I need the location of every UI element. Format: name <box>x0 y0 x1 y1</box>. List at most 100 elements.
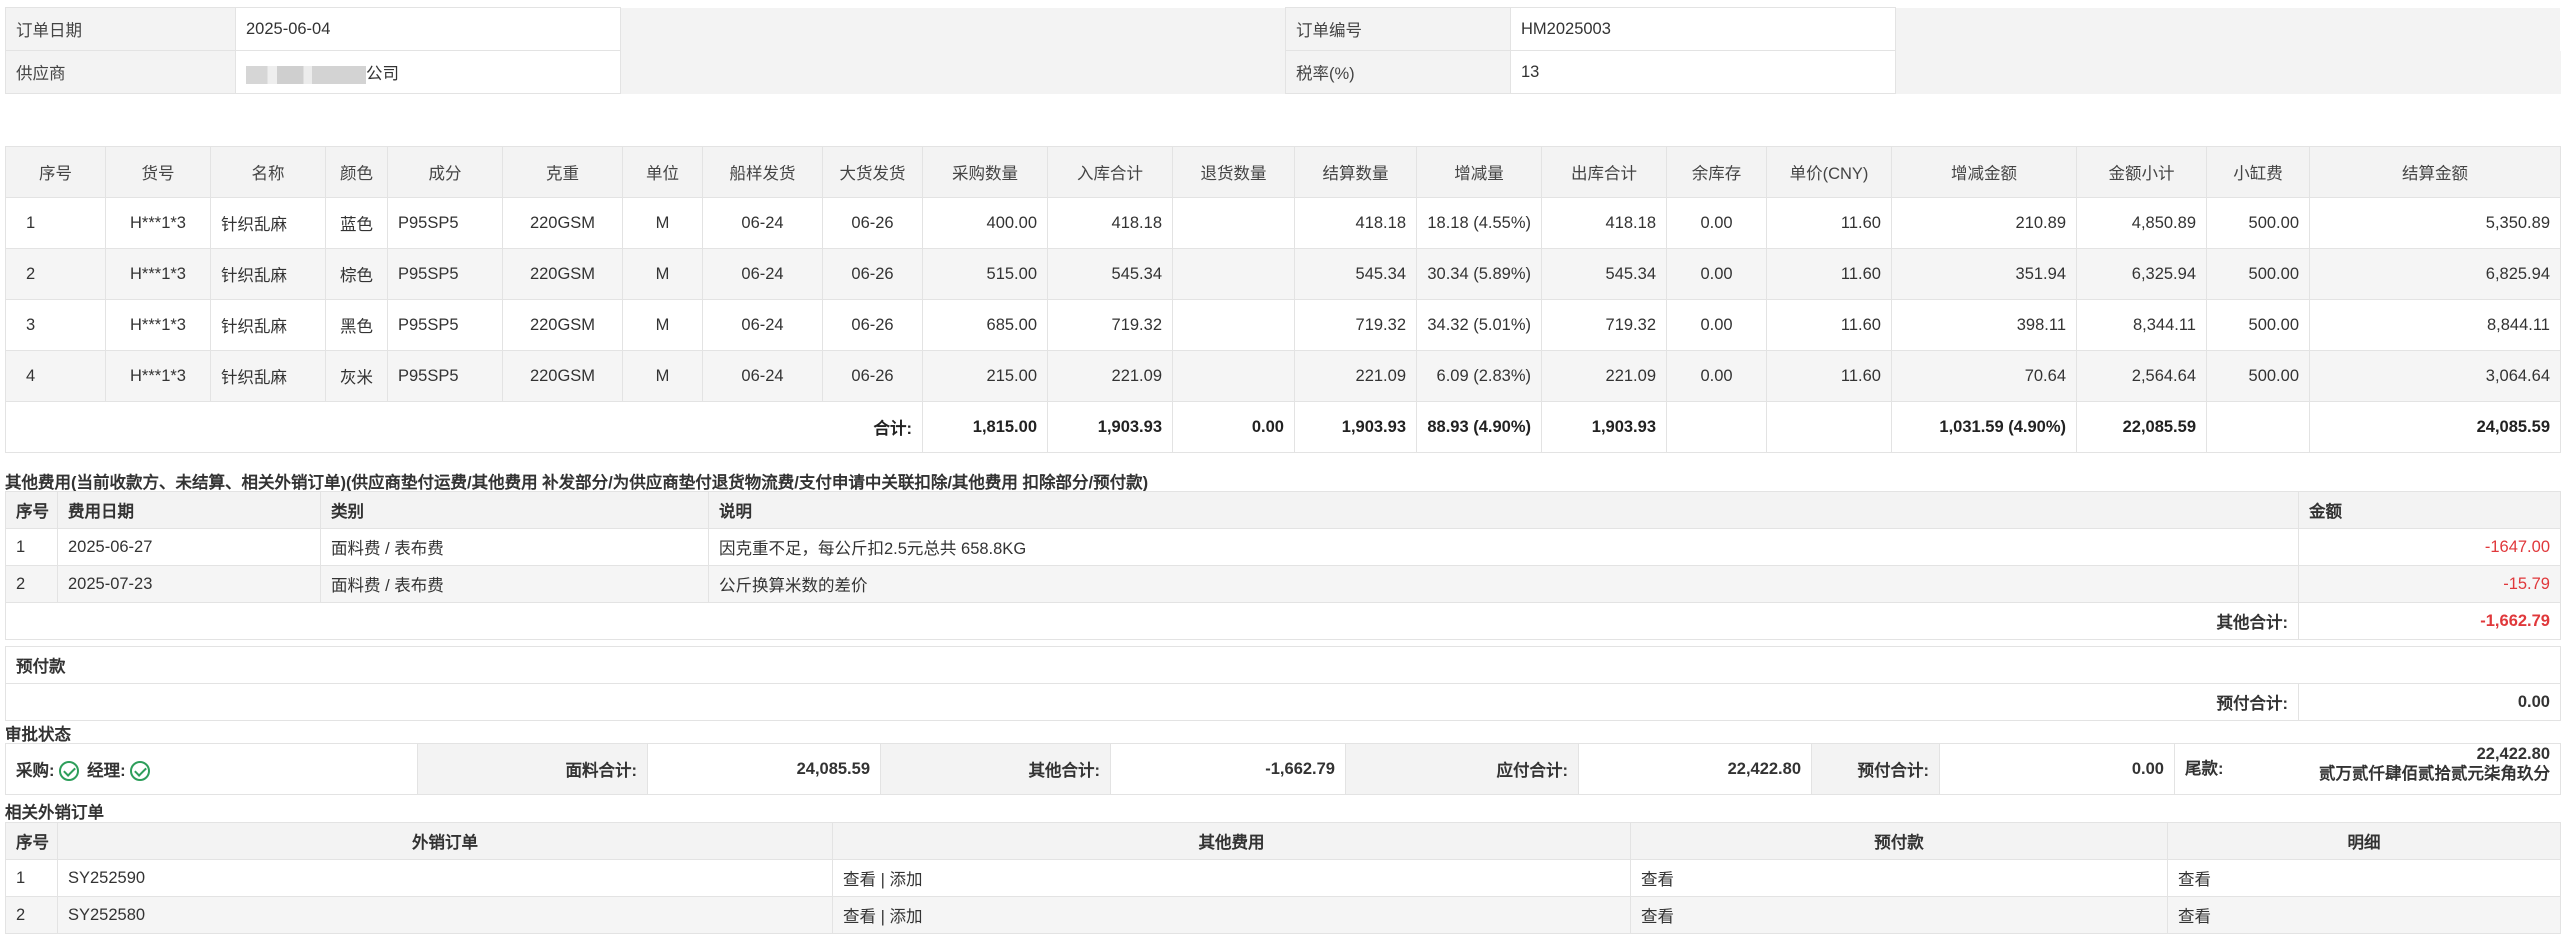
table-cell: 400.00 <box>922 197 1048 249</box>
other-fees-actions: 查看 | 添加 <box>832 896 1631 934</box>
view-prepay-link[interactable]: 查看 <box>1641 871 1674 889</box>
table-cell: 351.94 <box>1891 248 2077 300</box>
order-no-label: 订单编号 <box>1285 7 1511 51</box>
table-cell: 棕色 <box>325 248 388 300</box>
table-cell: 0.00 <box>1666 197 1767 249</box>
approval-title: 审批状态 <box>5 726 71 744</box>
table-cell: 11.60 <box>1766 248 1892 300</box>
purchase-approved-check-icon <box>58 761 79 782</box>
col-no: 序号 <box>5 822 58 860</box>
total-delta-amount: 1,031.59 (4.90%) <box>1891 401 2077 453</box>
table-cell: 2,564.64 <box>2076 350 2207 402</box>
table-cell: 针织乱麻 <box>210 197 326 249</box>
col-header: 船样发货 <box>702 146 823 198</box>
table-cell: 220GSM <box>502 248 623 300</box>
balance-cell: 尾款: 22,422.80 贰万贰仟肆佰贰拾贰元柒角玖分 <box>2174 743 2561 795</box>
col-header: 颜色 <box>325 146 388 198</box>
col-header: 余库存 <box>1666 146 1767 198</box>
view-other-fees-link[interactable]: 查看 <box>843 871 876 889</box>
col-header: 结算金额 <box>2309 146 2561 198</box>
col-header: 货号 <box>105 146 211 198</box>
fee-desc: 因克重不足，每公斤扣2.5元总共 658.8KG <box>708 528 2299 566</box>
table-cell: 545.34 <box>1294 248 1417 300</box>
table-cell: 221.09 <box>1294 350 1417 402</box>
col-header: 序号 <box>5 146 106 198</box>
prepay-total-label: 预付合计: <box>5 683 2299 721</box>
supplier-value: 公司 <box>235 50 621 94</box>
detail-actions: 查看 <box>2167 859 2561 897</box>
total-out-total: 1,903.93 <box>1541 401 1667 453</box>
col-header: 克重 <box>502 146 623 198</box>
col-category: 类别 <box>320 491 709 529</box>
fee-no: 2 <box>5 565 58 603</box>
total-purchase-qty: 1,815.00 <box>922 401 1048 453</box>
table-cell: P95SP5 <box>387 197 503 249</box>
add-other-fee-link[interactable]: 添加 <box>889 908 922 926</box>
table-cell: 398.11 <box>1891 299 2077 351</box>
prepay-actions: 查看 <box>1630 896 2168 934</box>
other-fees: 序号 费用日期 类别 说明 金额 1 2025-06-27 面料费 / 表布费 因克重… <box>5 491 2561 640</box>
table-cell: 6.09 (2.83%) <box>1416 350 1542 402</box>
prepay-total-value-2: 0.00 <box>1939 743 2175 795</box>
supplier-label: 供应商 <box>5 50 236 94</box>
table-cell <box>1172 299 1295 351</box>
order-no-value: HM2025003 <box>1510 7 1896 51</box>
col-prepay: 预付款 <box>1630 822 2168 860</box>
export-order-no: SY252590 <box>57 859 833 897</box>
col-header: 采购数量 <box>922 146 1048 198</box>
table-cell: 11.60 <box>1766 197 1892 249</box>
table-cell: 500.00 <box>2206 248 2310 300</box>
table-cell: 针织乱麻 <box>210 299 326 351</box>
table-cell: 500.00 <box>2206 350 2310 402</box>
table-cell: M <box>622 248 703 300</box>
view-detail-link[interactable]: 查看 <box>2178 908 2211 926</box>
table-cell: 针织乱麻 <box>210 350 326 402</box>
col-header: 单价(CNY) <box>1766 146 1892 198</box>
prepay-section: 预付款 预付合计: 0.00 <box>5 646 2561 721</box>
other-total-label: 其他合计: <box>5 602 2299 640</box>
col-header: 名称 <box>210 146 326 198</box>
order-items: 序号 货号 名称 颜色 成分 克重 单位 船样发货 大货发货 采购数量 入库合计 退货数量 结算数量 增减… <box>5 146 2561 453</box>
other-fees-table: 序号 费用日期 类别 说明 金额 1 2025-06-27 面料费 / 表布费 因克重… <box>5 491 2561 640</box>
payable-total-value: 22,422.80 <box>1578 743 1812 795</box>
table-cell: 18.18 (4.55%) <box>1416 197 1542 249</box>
table-cell: M <box>622 350 703 402</box>
related-order-row: 2 SY252580 查看 | 添加 查看 查看 <box>5 896 2561 934</box>
other-total-label-2: 其他合计: <box>880 743 1111 795</box>
table-cell: 418.18 <box>1294 197 1417 249</box>
table-cell: P95SP5 <box>387 248 503 300</box>
fee-date: 2025-07-23 <box>57 565 321 603</box>
col-header: 成分 <box>387 146 503 198</box>
table-cell: 220GSM <box>502 350 623 402</box>
table-cell: 685.00 <box>922 299 1048 351</box>
table-cell: 06-26 <box>822 299 923 351</box>
view-prepay-link[interactable]: 查看 <box>1641 908 1674 926</box>
table-cell: 黑色 <box>325 299 388 351</box>
fee-row: 2 2025-07-23 面料费 / 表布费 公斤换算米数的差价 -15.79 <box>5 565 2561 603</box>
order-items-table: 序号 货号 名称 颜色 成分 克重 单位 船样发货 大货发货 采购数量 入库合计 退货数量 结算数量 增减… <box>5 146 2561 453</box>
table-row: 3 H***1*3 针织乱麻 黑色 P95SP5 220GSM M 06-24 06-26 685… <box>5 299 2561 351</box>
total-return-qty: 0.00 <box>1172 401 1295 453</box>
table-cell: 4,850.89 <box>2076 197 2207 249</box>
table-cell: 2 <box>5 248 106 300</box>
table-cell: 719.32 <box>1294 299 1417 351</box>
table-row: 1 H***1*3 针织乱麻 蓝色 P95SP5 220GSM M 06-24 06-26 400… <box>5 197 2561 249</box>
view-other-fees-link[interactable]: 查看 <box>843 908 876 926</box>
table-cell: 3,064.64 <box>2309 350 2561 402</box>
table-cell: 220GSM <box>502 299 623 351</box>
fee-category: 面料费 / 表布费 <box>320 528 709 566</box>
table-cell: 1 <box>5 197 106 249</box>
other-fees-title: 其他费用(当前收款方、未结算、相关外销订单)(供应商垫付运费/其他费用 补发部分… <box>5 474 1149 492</box>
table-cell: 11.60 <box>1766 299 1892 351</box>
balance-words: 贰万贰仟肆佰贰拾贰元柒角玖分 <box>2319 765 2550 783</box>
detail-actions: 查看 <box>2167 896 2561 934</box>
table-row: 2 H***1*3 针织乱麻 棕色 P95SP5 220GSM M 06-24 06-26 515… <box>5 248 2561 300</box>
table-cell: 30.34 (5.89%) <box>1416 248 1542 300</box>
add-other-fee-link[interactable]: 添加 <box>889 871 922 889</box>
prepay-total-value: 0.00 <box>2298 683 2561 721</box>
order-header: 订单日期 2025-06-04 订单编号 HM2025003 供应商 公司 税率… <box>5 7 2561 94</box>
table-cell: M <box>622 299 703 351</box>
col-header: 结算数量 <box>1294 146 1417 198</box>
fabric-total-value: 24,085.59 <box>647 743 881 795</box>
view-detail-link[interactable]: 查看 <box>2178 871 2211 889</box>
